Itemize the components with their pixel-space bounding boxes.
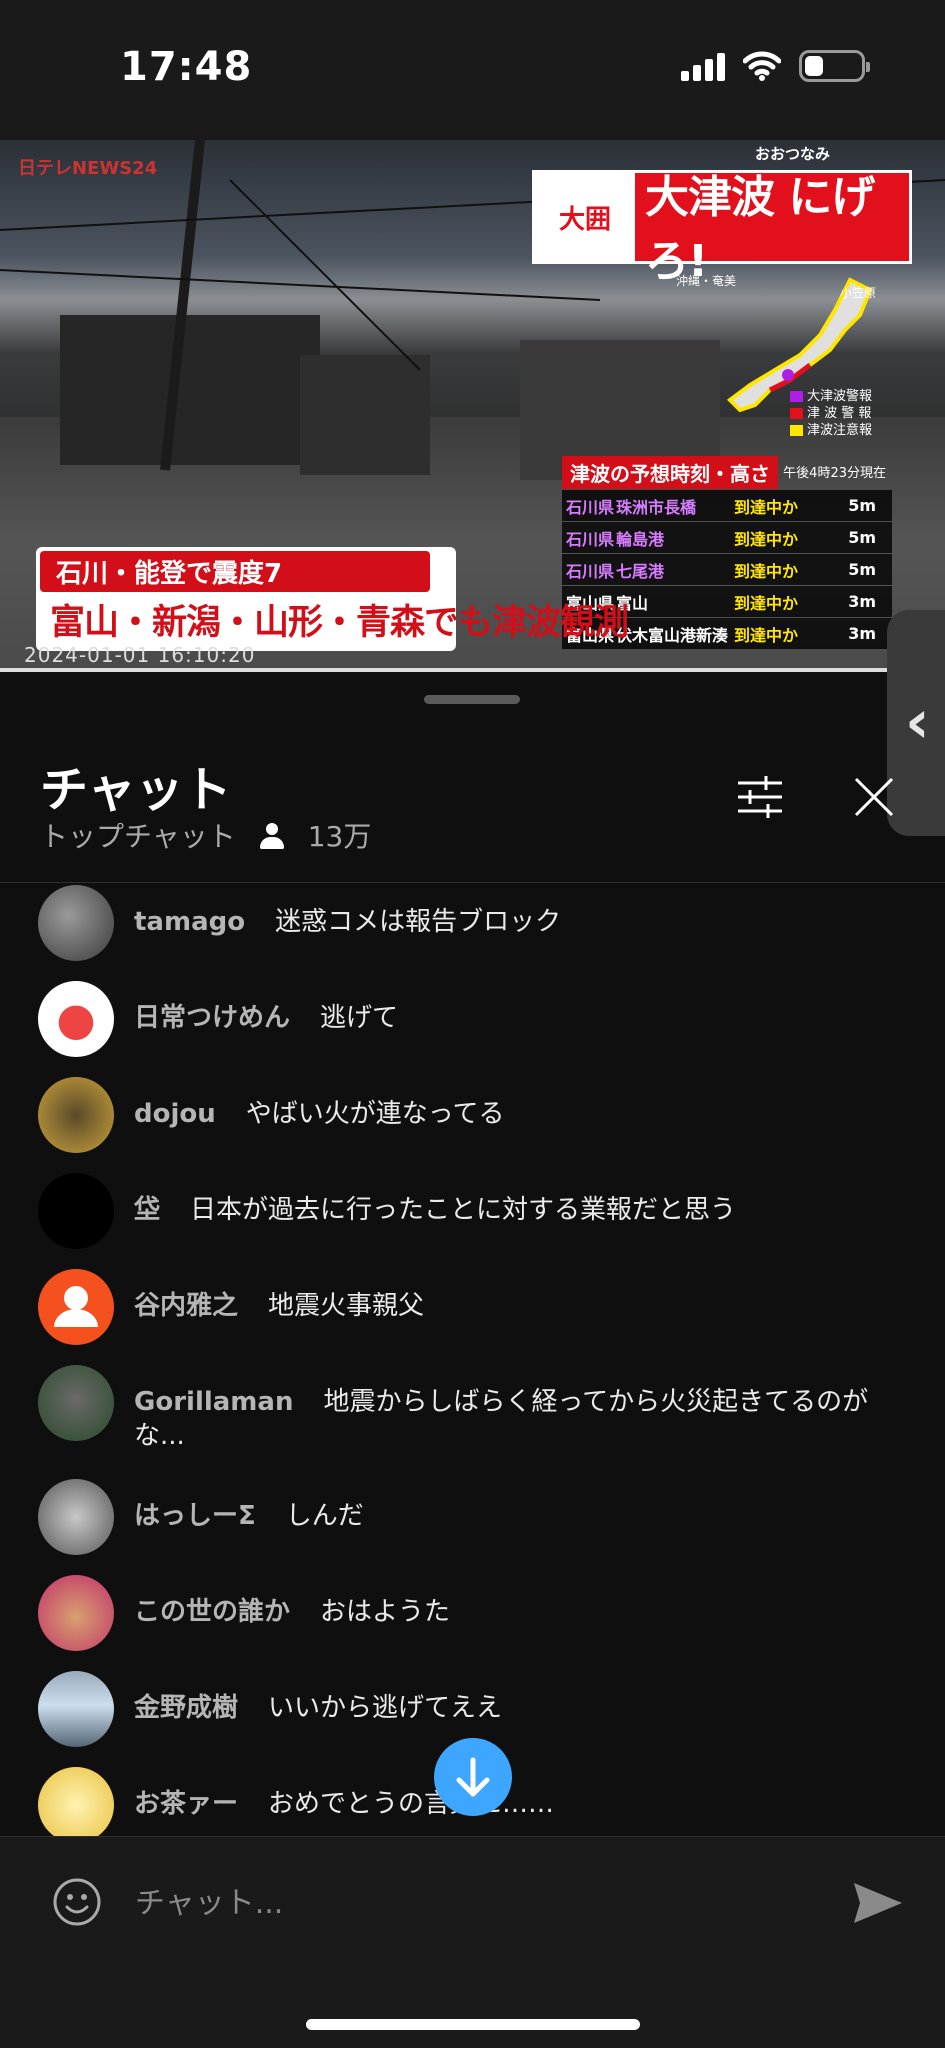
- chat-message[interactable]: 金野成樹 いいから逃げてええ: [38, 1671, 898, 1747]
- news-caption: 石川・能登で震度7 富山・新潟・山形・青森でも津波観測: [36, 547, 629, 651]
- status-time: 17:48: [120, 44, 253, 90]
- message-author[interactable]: この世の誰か: [134, 1597, 290, 1627]
- forecast-title: 津波の予想時刻・高さ: [562, 456, 778, 489]
- avatar[interactable]: [38, 885, 114, 961]
- video-timestamp: 2024-01-01 16:10:20: [24, 643, 256, 667]
- send-icon[interactable]: [852, 1881, 904, 1925]
- channel-logo: 日テレNEWS24: [18, 158, 158, 179]
- message-text: 地震火事親父: [268, 1291, 425, 1321]
- avatar[interactable]: [38, 1767, 114, 1843]
- legend-item: 津波注意報: [790, 422, 872, 439]
- map-label-okinawa: 沖縄・奄美: [676, 274, 737, 288]
- forecast-row: 石川県 珠洲市長橋 到達中か 5m: [562, 490, 892, 521]
- caption-top: 石川・能登で震度7: [40, 551, 430, 592]
- home-indicator: [306, 2019, 640, 2030]
- cellular-signal-icon: [681, 51, 725, 81]
- header-divider: [0, 882, 945, 883]
- viewer-count: 13万: [307, 820, 372, 853]
- video-progress-bar[interactable]: [0, 668, 945, 672]
- default-avatar-icon: [54, 1286, 98, 1327]
- banner-text: 大津波 にげろ!: [645, 172, 875, 287]
- avatar[interactable]: [38, 1479, 114, 1555]
- status-bar: 17:48: [0, 0, 945, 140]
- message-author[interactable]: 垈: [134, 1195, 160, 1225]
- legend-item: 大津波警報: [790, 388, 872, 405]
- chat-title: チャット: [40, 762, 232, 818]
- caption-bottom: 富山・新潟・山形・青森でも津波観測: [50, 603, 629, 643]
- chat-message[interactable]: この世の誰か おはようた: [38, 1575, 898, 1651]
- chat-message[interactable]: 谷内雅之 地震火事親父: [38, 1269, 898, 1345]
- chat-input[interactable]: [135, 1877, 735, 1929]
- chat-mode-selector[interactable]: トップチャット: [40, 815, 236, 855]
- filter-settings-icon[interactable]: [736, 775, 784, 819]
- wifi-icon: [743, 51, 781, 81]
- chat-message[interactable]: dojou やばい火が連なってる: [38, 1077, 898, 1153]
- avatar[interactable]: [38, 1671, 114, 1747]
- avatar[interactable]: [38, 1077, 114, 1153]
- message-text: 逃げて: [320, 1003, 399, 1033]
- chevron-left-icon: ‹: [905, 687, 930, 757]
- tsunami-alert-banner: 大囲 おおつなみ 大津波 にげろ!: [532, 145, 912, 287]
- message-text: 日本が過去に行ったことに対する業報だと思う: [190, 1195, 737, 1225]
- chat-input-bar: [0, 1836, 945, 2048]
- message-author[interactable]: Gorillaman: [134, 1387, 293, 1417]
- chat-subtitle: トップチャット 13万: [40, 815, 371, 855]
- drag-handle[interactable]: [424, 695, 520, 704]
- avatar[interactable]: [38, 1269, 114, 1345]
- map-label-ogasawara: 小笠原: [840, 286, 877, 300]
- arrow-down-icon: [456, 1757, 490, 1797]
- chat-message[interactable]: tamago 迷惑コメは報告ブロック: [38, 885, 898, 961]
- video-player[interactable]: 日テレNEWS24 大囲 おおつなみ 大津波 にげろ! 沖縄・奄美 小笠原 大津…: [0, 140, 945, 672]
- banner-ruby: おおつなみ: [755, 145, 831, 163]
- avatar[interactable]: [38, 1173, 114, 1249]
- message-author[interactable]: dojou: [134, 1099, 216, 1129]
- message-author[interactable]: はっしーΣ: [134, 1501, 256, 1531]
- message-author[interactable]: 金野成樹: [134, 1693, 238, 1723]
- message-text: おはようた: [320, 1597, 451, 1627]
- forecast-row: 石川県 輪島港 到達中か 5m: [562, 522, 892, 553]
- avatar[interactable]: [38, 1575, 114, 1651]
- battery-icon: [799, 50, 870, 82]
- banner-tag: 大囲: [535, 173, 635, 261]
- forecast-time: 午後4時23分現在: [783, 466, 886, 481]
- message-text: やばい火が連なってる: [245, 1099, 505, 1129]
- chat-message[interactable]: 垈日本が過去に行ったことに対する業報だと思う: [38, 1173, 898, 1249]
- avatar[interactable]: [38, 981, 114, 1057]
- message-text: いいから逃げてええ: [268, 1693, 503, 1723]
- message-author[interactable]: 日常つけめん: [134, 1003, 290, 1033]
- emoji-icon[interactable]: [52, 1877, 102, 1927]
- person-icon: [258, 821, 286, 849]
- map-legend: 大津波警報 津 波 警 報 津波注意報: [790, 388, 872, 439]
- forecast-row: 石川県 七尾港 到達中か 5m: [562, 554, 892, 585]
- chat-message[interactable]: 日常つけめん 逃げて: [38, 981, 898, 1057]
- close-icon[interactable]: [852, 775, 896, 819]
- legend-item: 津 波 警 報: [790, 405, 872, 422]
- chat-message[interactable]: はっしーΣ しんだ: [38, 1479, 898, 1555]
- message-text: 迷惑コメは報告ブロック: [275, 907, 562, 937]
- scroll-to-bottom-button[interactable]: [434, 1738, 512, 1816]
- message-text: しんだ: [285, 1501, 364, 1531]
- message-author[interactable]: 谷内雅之: [134, 1291, 238, 1321]
- avatar[interactable]: [38, 1365, 114, 1441]
- message-author[interactable]: tamago: [134, 907, 245, 937]
- chat-message[interactable]: Gorillaman 地震からしばらく経ってから火災起きてるのがな...: [38, 1365, 898, 1453]
- status-icons: [681, 50, 870, 82]
- message-author[interactable]: お茶ァー: [134, 1789, 238, 1819]
